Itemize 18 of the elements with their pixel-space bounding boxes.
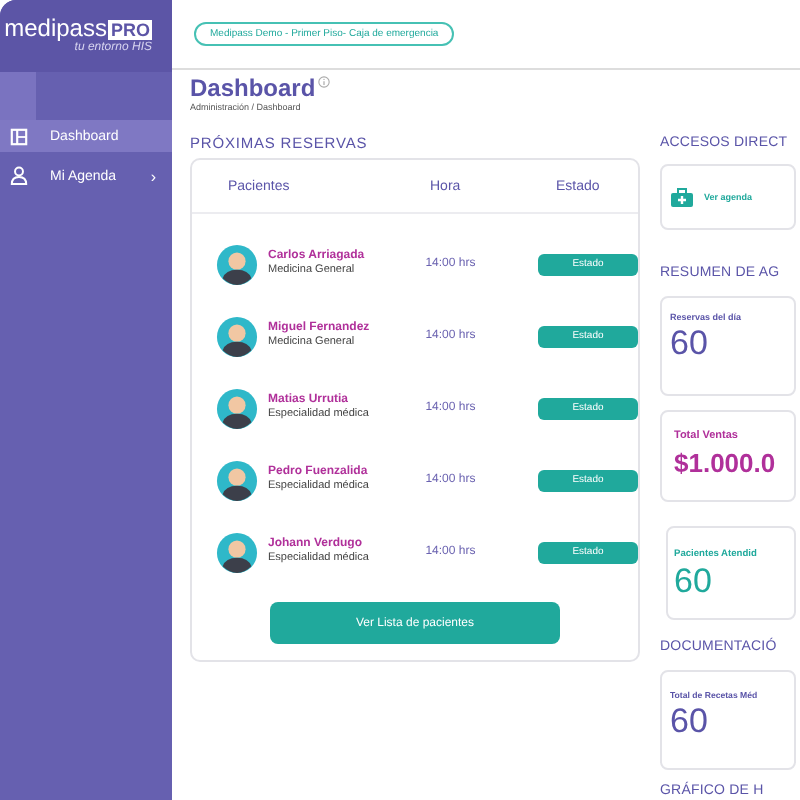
card-value: 60: [674, 562, 714, 602]
card-value: $1.000.0: [674, 446, 778, 482]
sidebar-strip: [0, 72, 36, 120]
card-value: 60: [670, 324, 710, 364]
avatar-icon: [216, 315, 258, 357]
brand-badge: PRO: [108, 19, 152, 39]
info-icon: [317, 76, 330, 88]
avatar-icon: [216, 387, 258, 429]
avatar-icon: [216, 243, 258, 285]
chevron-icon: ›: [150, 167, 172, 185]
brand-name: medipass: [4, 16, 107, 42]
avatar-icon: [216, 459, 258, 501]
page-title: Dashboard: [190, 74, 316, 102]
card-value: 60: [670, 702, 710, 742]
medical-kit-icon: [670, 187, 694, 207]
avatar-icon: [216, 531, 258, 573]
layout-icon: [10, 127, 28, 145]
person-icon: [10, 166, 28, 186]
